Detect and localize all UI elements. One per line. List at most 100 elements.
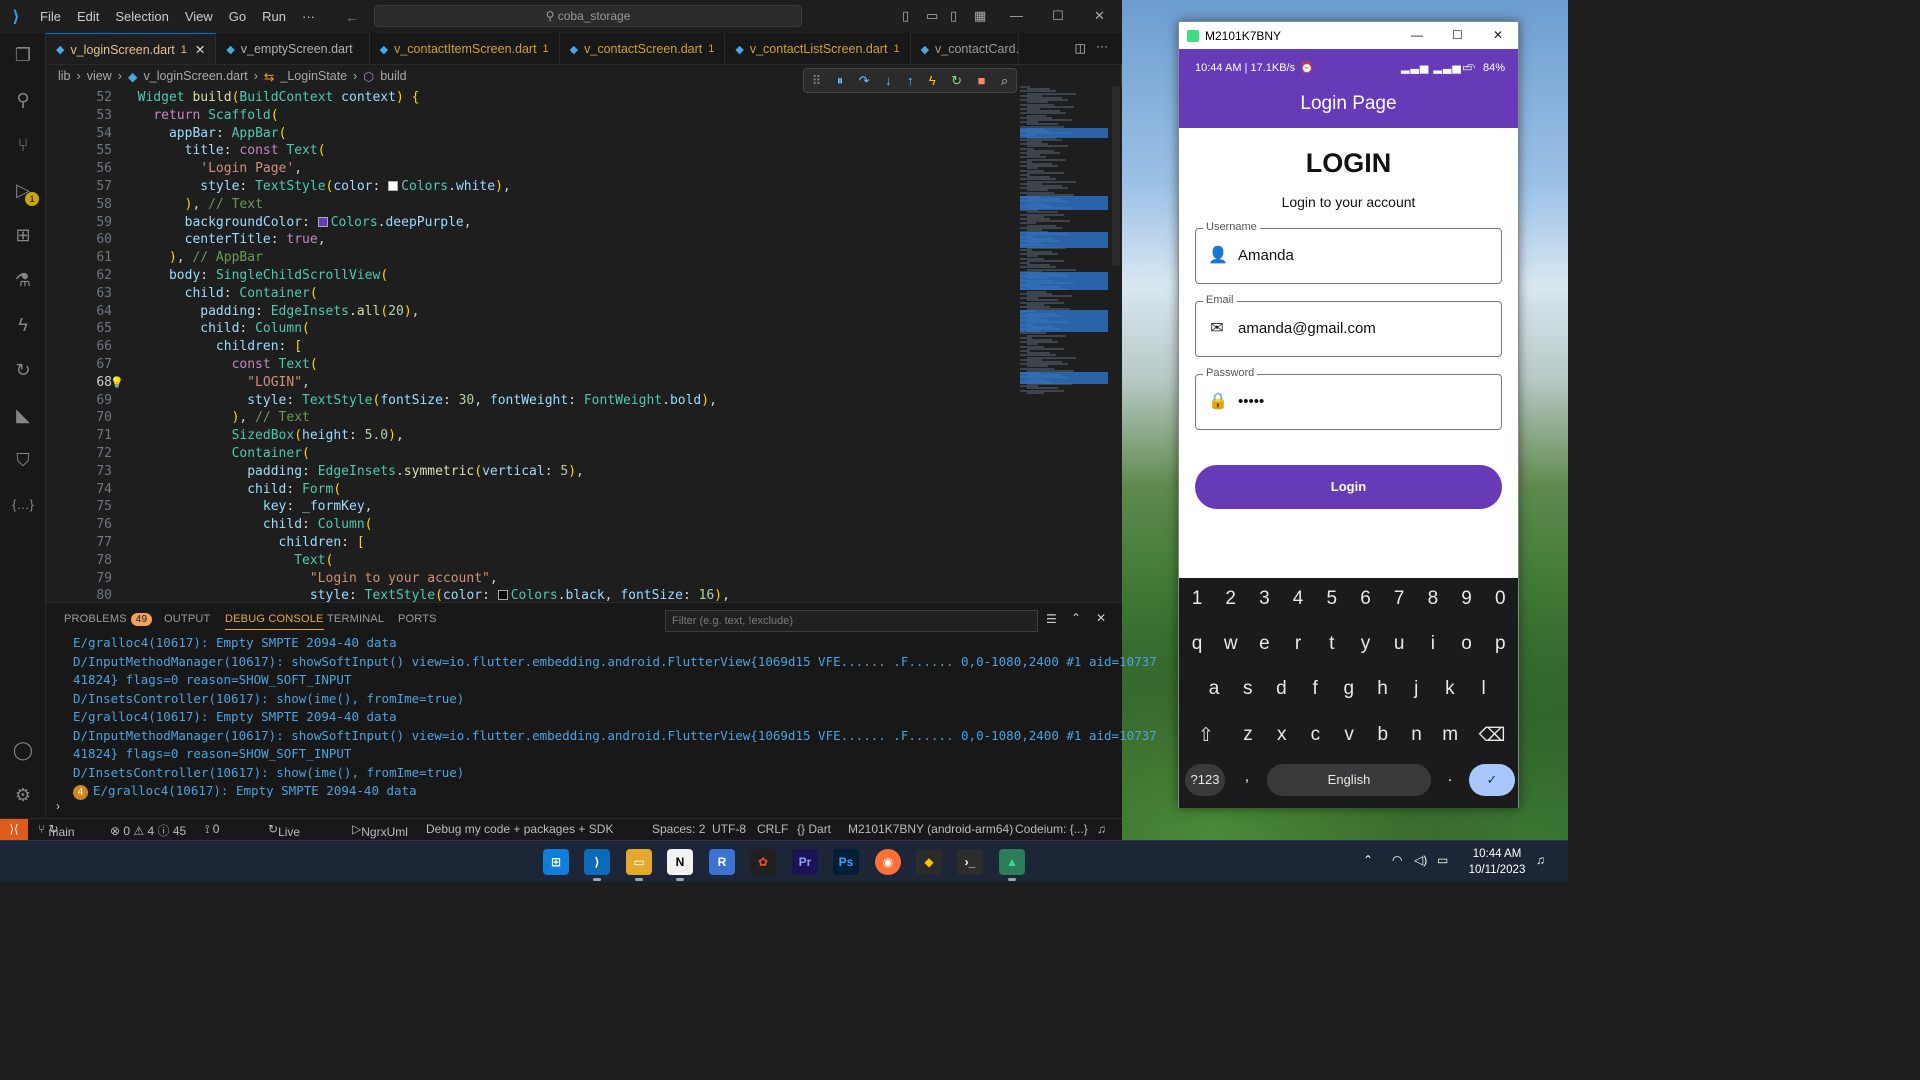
toggle-panel-icon[interactable]: ▭ bbox=[926, 8, 938, 24]
premiere-icon[interactable]: Pr bbox=[792, 849, 818, 875]
volume-icon[interactable]: ◁) bbox=[1414, 853, 1427, 867]
stop-icon[interactable]: ■ bbox=[978, 73, 986, 88]
tab-v-loginscreen[interactable]: ◆ v_loginScreen.dart 1 ✕ bbox=[46, 33, 217, 64]
code-line[interactable]: 71 SizedBox(height: 5.0), bbox=[46, 427, 1020, 445]
code-line[interactable]: 52 Widget build(BuildContext context) { bbox=[46, 89, 1020, 107]
email-field[interactable]: Email ✉ amanda@gmail.com bbox=[1195, 294, 1502, 357]
step-over-icon[interactable]: ↷ bbox=[859, 73, 870, 89]
clock[interactable]: 10:44 AM 10/11/2023 bbox=[1462, 846, 1532, 878]
console-filter-input[interactable]: Filter (e.g. text, !exclude) bbox=[665, 610, 1038, 632]
key-i[interactable]: i bbox=[1418, 633, 1448, 655]
key-f[interactable]: f bbox=[1300, 678, 1330, 700]
comma-key[interactable]: , bbox=[1232, 768, 1262, 786]
close-panel-icon[interactable]: ✕ bbox=[1096, 611, 1106, 625]
key-y[interactable]: y bbox=[1351, 633, 1381, 655]
key-g[interactable]: g bbox=[1334, 678, 1364, 700]
period-key[interactable]: . bbox=[1435, 768, 1465, 786]
battery-charging-icon[interactable]: ▭ bbox=[1437, 853, 1448, 867]
tab-problems[interactable]: PROBLEMS 49 bbox=[64, 613, 153, 626]
gear-icon[interactable]: ⚙ bbox=[11, 783, 35, 807]
codeium-indicator[interactable]: Codeium: {...} bbox=[1015, 822, 1088, 836]
device-indicator[interactable]: M2101K7BNY (android-arm64) bbox=[848, 822, 1013, 836]
step-out-icon[interactable]: ↑ bbox=[907, 73, 914, 88]
tab-output[interactable]: OUTPUT bbox=[164, 613, 210, 625]
key-z[interactable]: z bbox=[1233, 724, 1263, 746]
tab-v-contactitemscreen[interactable]: ◆ v_contactItemScreen.dart 1 bbox=[370, 33, 560, 64]
close-icon[interactable]: ✕ bbox=[1094, 8, 1105, 24]
thunder-icon[interactable]: ϟ bbox=[11, 313, 35, 337]
minimap[interactable] bbox=[1018, 86, 1110, 602]
key-1[interactable]: 1 bbox=[1182, 588, 1212, 610]
code-line[interactable]: 54 appBar: AppBar( bbox=[46, 125, 1020, 143]
code-line[interactable]: 57 style: TextStyle(color: Colors.white)… bbox=[46, 178, 1020, 196]
menu-run[interactable]: Run bbox=[254, 9, 294, 24]
code-line[interactable]: 67 const Text( bbox=[46, 356, 1020, 374]
notifications-bell-icon[interactable]: ♫ bbox=[1536, 853, 1545, 867]
source-control-icon[interactable]: ⑂ bbox=[11, 133, 35, 157]
key-p[interactable]: p bbox=[1485, 633, 1515, 655]
code-line[interactable]: 68 "LOGIN", 💡 bbox=[46, 374, 1020, 392]
menu-selection[interactable]: Selection bbox=[107, 9, 176, 24]
code-line[interactable]: 55 title: const Text( bbox=[46, 142, 1020, 160]
key-0[interactable]: 0 bbox=[1485, 588, 1515, 610]
menu-edit[interactable]: Edit bbox=[69, 9, 107, 24]
lightbulb-icon[interactable]: 💡 bbox=[110, 374, 124, 392]
editor-scrollbar[interactable] bbox=[1110, 86, 1122, 602]
maximize-icon[interactable]: ☐ bbox=[1052, 8, 1064, 24]
key-t[interactable]: t bbox=[1317, 633, 1347, 655]
r-app-icon[interactable]: R bbox=[709, 849, 735, 875]
account-icon[interactable]: ◯ bbox=[11, 738, 35, 762]
debug-mode-indicator[interactable]: Debug my code + packages + SDK bbox=[426, 822, 613, 836]
code-line[interactable]: 80 style: TextStyle(color: Colors.black,… bbox=[46, 587, 1020, 602]
restart-icon[interactable]: ↻ bbox=[951, 73, 962, 89]
minimize-icon[interactable]: — bbox=[1010, 8, 1023, 23]
hot-reload-icon[interactable]: ϟ bbox=[929, 73, 936, 88]
menu-view[interactable]: View bbox=[177, 9, 221, 24]
key-b[interactable]: b bbox=[1368, 724, 1398, 746]
space-key[interactable]: English bbox=[1267, 764, 1431, 796]
key-6[interactable]: 6 bbox=[1351, 588, 1381, 610]
devtools-icon[interactable]: ⌕ bbox=[1001, 73, 1008, 89]
clear-console-icon[interactable]: ☰ bbox=[1046, 612, 1057, 626]
code-line[interactable]: 61 ), // AppBar bbox=[46, 249, 1020, 267]
username-field[interactable]: Username 👤 Amanda bbox=[1195, 221, 1502, 284]
shift-key-icon[interactable]: ⇧ bbox=[1191, 724, 1221, 747]
eol-indicator[interactable]: CRLF bbox=[757, 822, 788, 836]
problems-indicator[interactable]: ⊗ 0 ⚠ 4 ⓘ 45 bbox=[110, 822, 186, 839]
close-tab-icon[interactable]: ✕ bbox=[195, 42, 205, 57]
code-line[interactable]: 66 children: [ bbox=[46, 338, 1020, 356]
start-windows-icon[interactable]: ⊞ bbox=[543, 849, 569, 875]
code-line[interactable]: 76 child: Column( bbox=[46, 516, 1020, 534]
key-r[interactable]: r bbox=[1283, 633, 1313, 655]
codeium-icon[interactable]: {…} bbox=[11, 493, 35, 517]
key-l[interactable]: l bbox=[1469, 678, 1499, 700]
code-line[interactable]: 73 padding: EdgeInsets.symmetric(vertica… bbox=[46, 463, 1020, 481]
key-e[interactable]: e bbox=[1249, 633, 1279, 655]
symbols-key[interactable]: ?123 bbox=[1185, 764, 1225, 796]
code-editor[interactable]: 52 Widget build(BuildContext context) { 5… bbox=[46, 88, 1020, 602]
notifications-bell-icon[interactable]: ♫ bbox=[1097, 822, 1106, 836]
tab-v-emptyscreen[interactable]: ◆ v_emptyScreen.dart bbox=[216, 33, 370, 64]
code-line[interactable]: 78 Text( bbox=[46, 552, 1020, 570]
ngrx-indicator[interactable]: ▷ NgrxUml bbox=[352, 822, 408, 839]
key-u[interactable]: u bbox=[1384, 633, 1414, 655]
toggle-secondary-sidebar-icon[interactable]: ▯ bbox=[950, 8, 957, 24]
key-k[interactable]: k bbox=[1435, 678, 1465, 700]
code-line[interactable]: 77 children: [ bbox=[46, 534, 1020, 552]
branch-indicator[interactable]: ⑂ main ↻ bbox=[38, 822, 75, 839]
firefox-icon[interactable]: ◉ bbox=[875, 849, 901, 875]
photoshop-icon[interactable]: Ps bbox=[833, 849, 859, 875]
notion-icon[interactable]: N bbox=[667, 849, 693, 875]
code-line[interactable]: 60 centerTitle: true, bbox=[46, 231, 1020, 249]
key-x[interactable]: x bbox=[1267, 724, 1297, 746]
live-share-icon[interactable]: ↻ bbox=[11, 358, 35, 382]
key-w[interactable]: w bbox=[1216, 633, 1246, 655]
key-2[interactable]: 2 bbox=[1216, 588, 1246, 610]
live-share-indicator[interactable]: ↻ Live Share bbox=[268, 822, 310, 853]
testing-icon[interactable]: ⚗ bbox=[11, 268, 35, 292]
git-client-icon[interactable]: ◆ bbox=[916, 849, 942, 875]
ports-indicator[interactable]: ⟟ 0 bbox=[205, 822, 219, 837]
key-3[interactable]: 3 bbox=[1249, 588, 1279, 610]
encoding-indicator[interactable]: UTF-8 bbox=[712, 822, 746, 836]
key-9[interactable]: 9 bbox=[1452, 588, 1482, 610]
